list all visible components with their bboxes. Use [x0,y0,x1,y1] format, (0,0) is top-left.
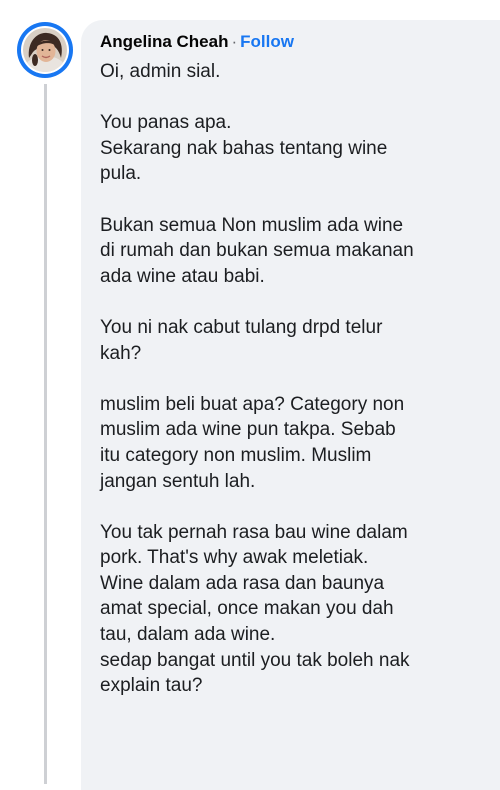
comment-line: muslim beli buat apa? Category non [100,393,405,415]
comment-line: ada wine atau babi. [100,265,265,287]
avatar[interactable] [17,22,73,78]
comment-line: sedap bangat until you tak boleh nak [100,649,410,671]
comment-line: muslim ada wine pun takpa. Sebab [100,419,396,441]
avatar-ring [21,26,69,74]
comment-line: jangan sentuh lah. [100,470,256,492]
author-name[interactable]: Angelina Cheah [100,32,228,51]
comment-line: You tak pernah rasa bau wine dalam [100,521,408,543]
comment-paragraph: You panas apa. Sekarang nak bahas tentan… [100,110,485,187]
comment-line: Oi, admin sial. [100,61,221,82]
comment-line: pula. [100,163,142,185]
comment-line: You ni nak cabut tulang drpd telur [100,316,383,338]
comment-paragraph: Bukan semua Non muslim ada wine di rumah… [100,213,485,290]
avatar-photo-icon [23,28,67,72]
comment-line: tau, dalam ada wine. [100,624,276,646]
comment-line: amat special, once makan you dah [100,598,394,620]
comment-line: Wine dalam ada rasa dan baunya [100,572,385,594]
comment-text: Oi, admin sial. You panas apa. Sekarang … [100,59,485,724]
comment-line: kah? [100,342,142,364]
comment-paragraph: You tak pernah rasa bau wine dalam pork.… [100,520,485,699]
comment-line: Sekarang nak bahas tentang wine [100,137,388,159]
avatar-photo [23,28,67,72]
follow-button[interactable]: Follow [240,32,294,51]
thread-line [44,84,47,784]
comment-line: You panas apa. [100,112,232,134]
comment-paragraph: muslim beli buat apa? Category non musli… [100,392,485,494]
comment-line: Bukan semua Non muslim ada wine [100,214,404,236]
comment-line: pork. That's why awak meletiak. [100,547,369,569]
separator-dot: · [231,32,238,51]
comment-line: itu category non muslim. Muslim [100,444,372,466]
comment-line: di rumah dan bukan semua makanan [100,240,414,262]
comment-paragraph: Oi, admin sial. [100,59,485,85]
comment-paragraph: You ni nak cabut tulang drpd telur kah? [100,315,485,366]
comment-line: explain tau? [100,675,203,697]
comment-header: Angelina Cheah · Follow [100,31,294,53]
